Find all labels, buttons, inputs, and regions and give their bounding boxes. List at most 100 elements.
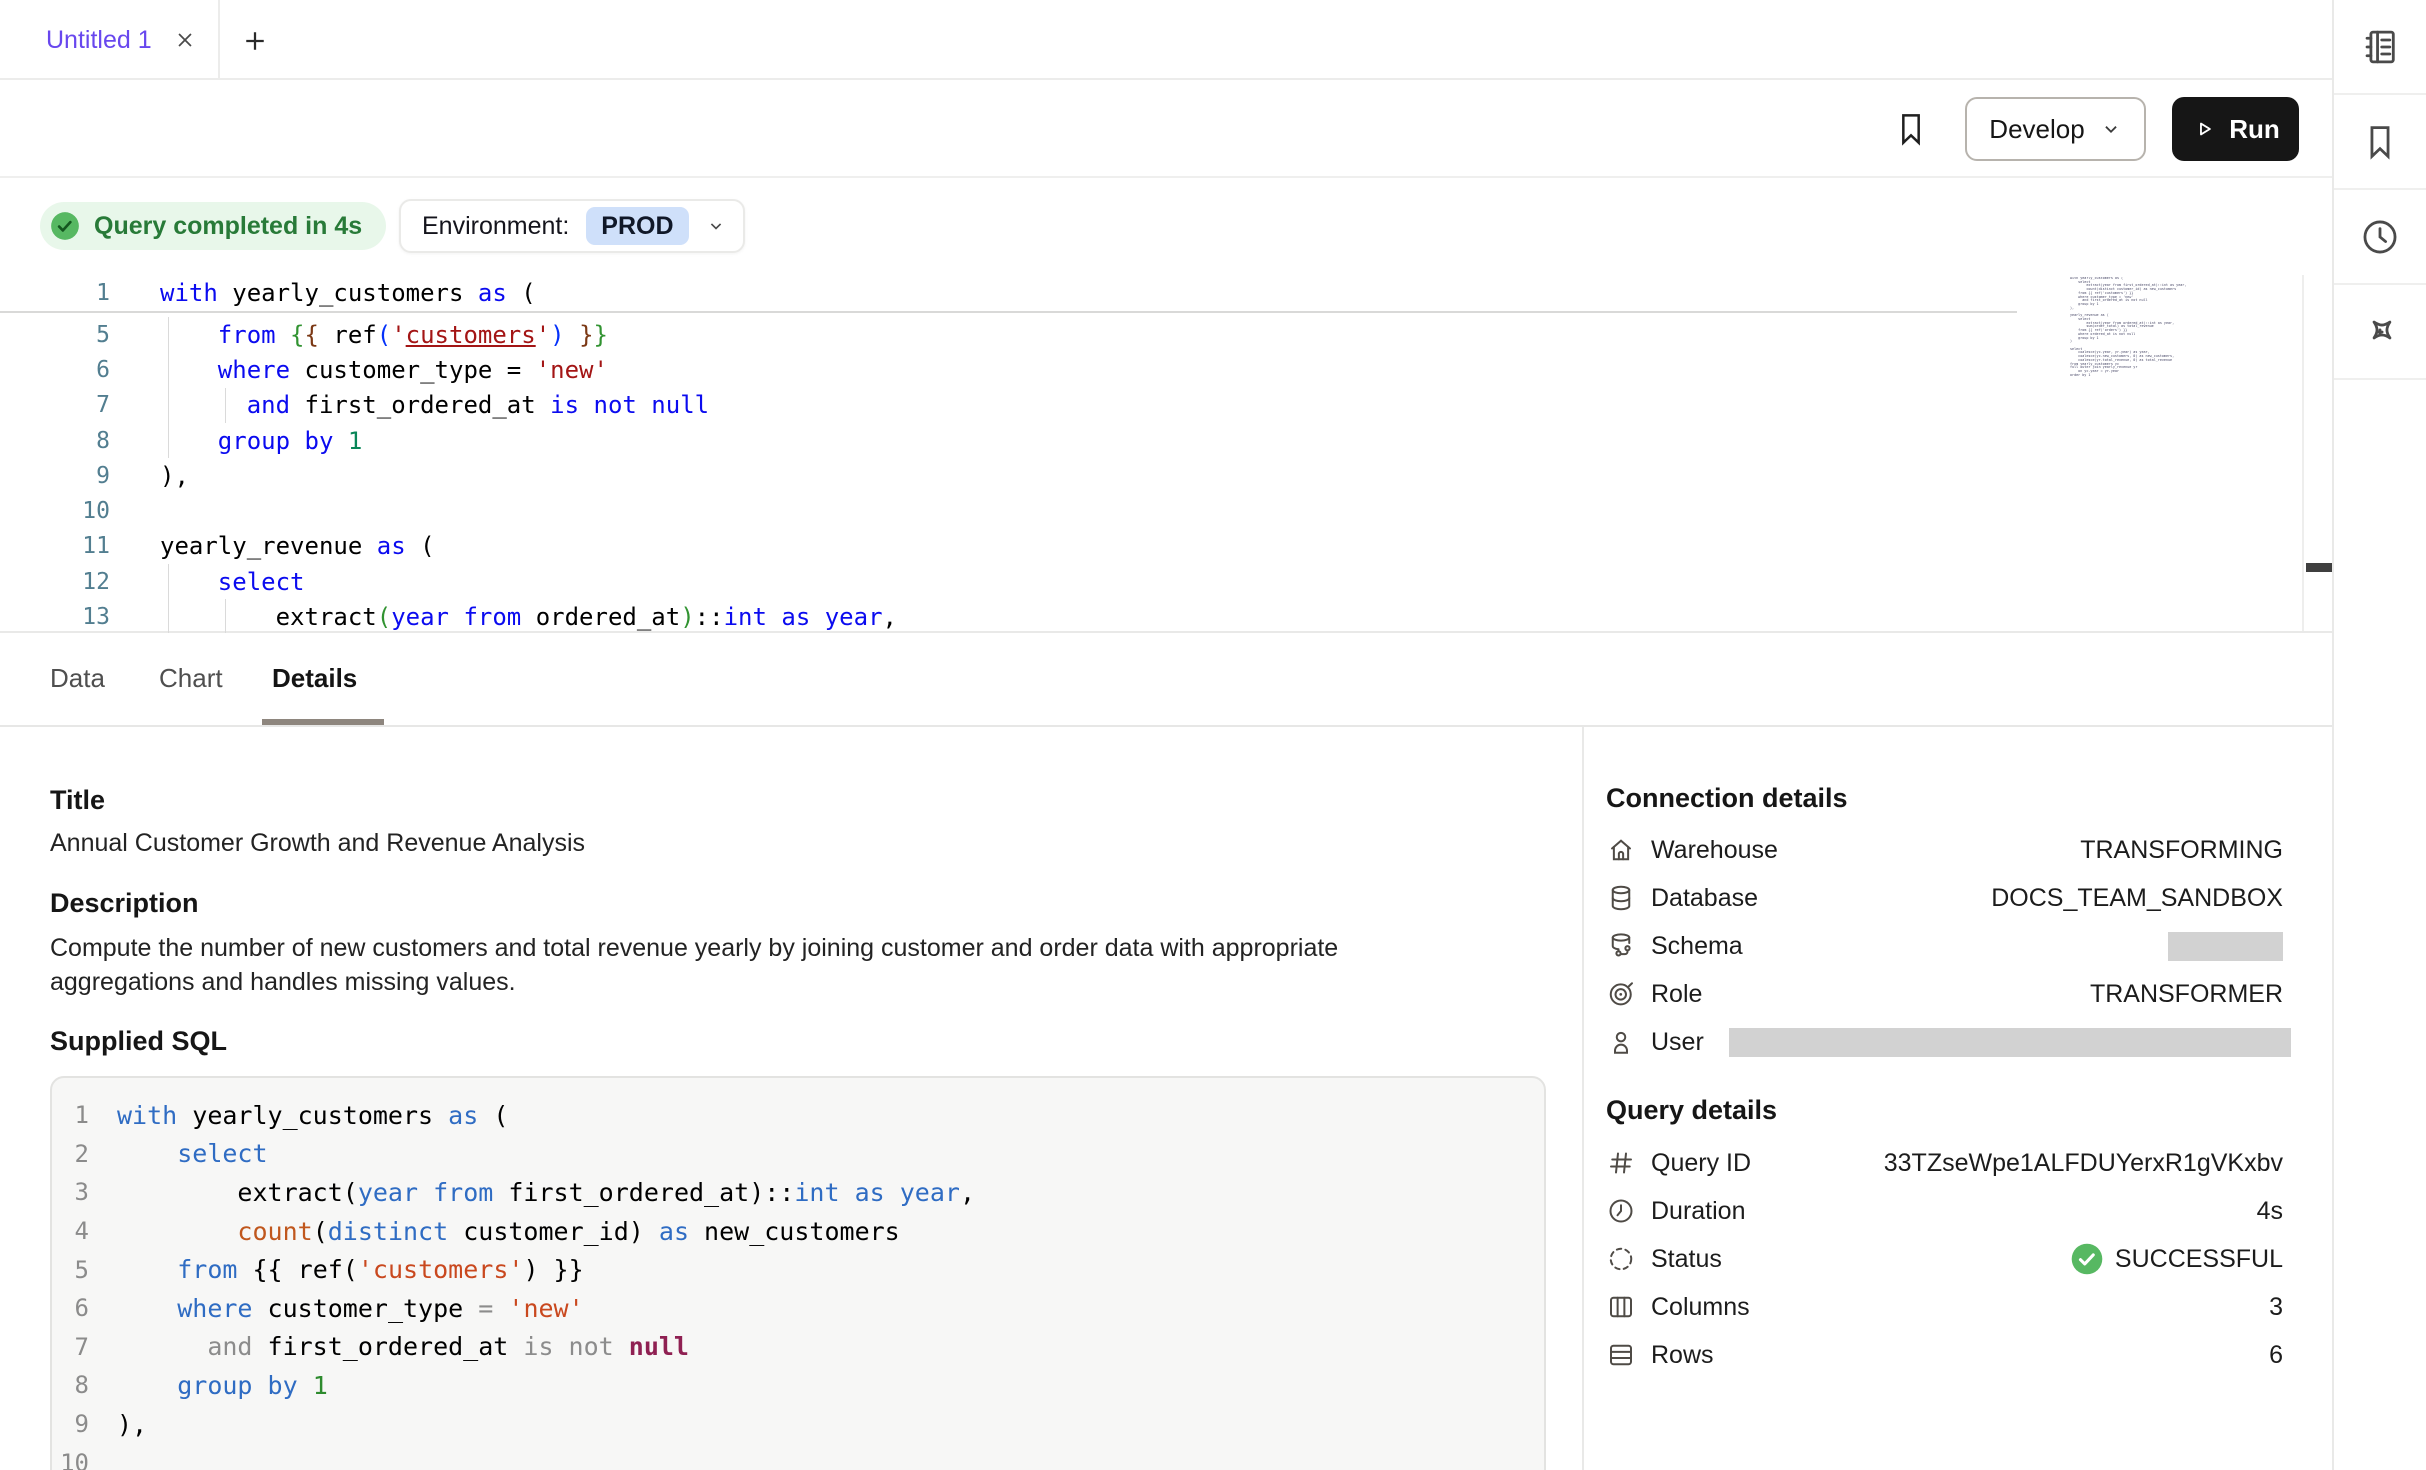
editor-tab-bar: Untitled 1 xyxy=(0,0,2332,80)
sidebar-button-history[interactable] xyxy=(2334,190,2426,285)
detail-row-columns: Columns 3 xyxy=(1606,1283,2283,1331)
detail-row-value: 3 xyxy=(2269,1293,2283,1322)
indent-guide xyxy=(168,317,169,352)
detail-row-label: User xyxy=(1651,1028,1704,1057)
tab-details[interactable]: Details xyxy=(272,633,357,723)
code-line: 9), xyxy=(52,1405,1544,1444)
redacted-value xyxy=(2168,932,2283,961)
environment-selector[interactable]: Environment: PROD xyxy=(399,199,745,253)
line-number: 10 xyxy=(0,498,110,524)
tab-untitled-1[interactable]: Untitled 1 xyxy=(0,0,220,80)
indent-guide xyxy=(168,388,169,423)
indent-guide xyxy=(168,423,169,458)
line-number: 3 xyxy=(52,1178,89,1206)
connection-details-rows: Warehouse TRANSFORMING DatabaseDOCS_TEAM_S… xyxy=(1606,826,2283,1066)
run-button[interactable]: Run xyxy=(2172,97,2299,161)
detail-row-value: 4s xyxy=(2257,1197,2283,1226)
redacted-value xyxy=(1729,1028,2291,1057)
detail-row-rows: Rows 6 xyxy=(1606,1331,2283,1379)
line-number: 7 xyxy=(52,1333,89,1361)
line-number: 9 xyxy=(0,463,110,489)
sidebar-button-sparkle-x[interactable] xyxy=(2334,285,2426,380)
query-details-heading: Query details xyxy=(1606,1095,1777,1126)
code-line: 13 extract(year from ordered_at)::int as… xyxy=(0,599,2017,634)
scrollbar-thumb[interactable] xyxy=(2306,563,2334,572)
code-line: 7 and first_ordered_at is not null xyxy=(0,388,2017,423)
develop-button[interactable]: Develop xyxy=(1965,97,2146,161)
app-root: Untitled 1 Develop Run Query completed i… xyxy=(0,0,2426,1470)
detail-row-value: TRANSFORMING xyxy=(2080,836,2283,865)
close-icon[interactable] xyxy=(172,27,198,53)
code-line: 4 count(distinct customer_id) as new_cus… xyxy=(52,1212,1544,1251)
detail-row-label: Duration xyxy=(1651,1197,1746,1226)
bookmark-icon xyxy=(2359,121,2401,163)
detail-row-label: Status xyxy=(1651,1245,1722,1274)
code-line: 8 group by 1 xyxy=(52,1366,1544,1405)
query-status-badge: Query completed in 4s xyxy=(40,202,386,250)
run-button-label: Run xyxy=(2229,114,2280,145)
sidebar-button-bookmark[interactable] xyxy=(2334,95,2426,190)
detail-row-label: Warehouse xyxy=(1651,836,1778,865)
line-number: 7 xyxy=(0,392,110,418)
detail-row-database: DatabaseDOCS_TEAM_SANDBOX xyxy=(1606,874,2283,922)
line-number: 2 xyxy=(52,1140,89,1168)
code-line: 12 select xyxy=(0,564,2017,599)
line-number: 4 xyxy=(52,1217,89,1245)
notebook-icon xyxy=(2359,26,2401,68)
line-number: 9 xyxy=(52,1410,89,1438)
chevron-down-icon xyxy=(2100,118,2122,140)
line-number: 1 xyxy=(0,280,110,306)
chevron-down-icon xyxy=(706,216,726,236)
tab-data[interactable]: Data xyxy=(50,633,105,723)
title-value: Annual Customer Growth and Revenue Analy… xyxy=(50,829,585,858)
plus-icon[interactable] xyxy=(228,14,282,68)
detail-row-schema: Schema xyxy=(1606,922,2283,970)
line-number: 8 xyxy=(52,1371,89,1399)
detail-row-query-id: Query ID33TZseWpe1ALFDUYerxR1gVKxbv xyxy=(1606,1139,2283,1187)
results-tab-bar: Data Chart Details xyxy=(0,633,2332,727)
title-label: Title xyxy=(50,785,105,816)
tab-title: Untitled 1 xyxy=(46,26,152,55)
supplied-sql-label: Supplied SQL xyxy=(50,1026,227,1057)
detail-row-label: Columns xyxy=(1651,1293,1750,1322)
detail-row-value: 6 xyxy=(2269,1341,2283,1370)
tab-chart[interactable]: Chart xyxy=(159,633,223,723)
editor-minimap[interactable]: with yearly_customers as ( select extrac… xyxy=(2070,277,2192,629)
right-sidebar xyxy=(2332,0,2426,1470)
query-status-text: Query completed in 4s xyxy=(94,212,362,241)
editor-scrollbar-track[interactable] xyxy=(2302,275,2332,631)
detail-row-warehouse: Warehouse TRANSFORMING xyxy=(1606,826,2283,874)
toolbar-divider xyxy=(0,176,2332,178)
develop-button-label: Develop xyxy=(1989,114,2084,145)
detail-row-value: SUCCESSFUL xyxy=(2070,1242,2283,1276)
description-label: Description xyxy=(50,888,199,919)
detail-row-user: User xyxy=(1606,1018,2283,1066)
environment-label: Environment: xyxy=(422,212,569,241)
line-number: 5 xyxy=(52,1256,89,1284)
detail-row-label: Rows xyxy=(1651,1341,1714,1370)
indent-guide xyxy=(168,352,169,387)
code-line: 10 xyxy=(0,493,2017,528)
code-line: 6 where customer_type = 'new' xyxy=(52,1289,1544,1328)
details-panel-divider xyxy=(1582,727,1584,1470)
line-number: 1 xyxy=(52,1101,89,1129)
description-value: Compute the number of new customers and … xyxy=(50,931,1440,999)
code-line: 10 xyxy=(52,1443,1544,1470)
columns-icon xyxy=(1606,1292,1636,1322)
warehouse-icon xyxy=(1606,835,1636,865)
code-line: 9), xyxy=(0,458,2017,493)
detail-row-status: Status SUCCESSFUL xyxy=(1606,1235,2283,1283)
query-details-rows: Query ID33TZseWpe1ALFDUYerxR1gVKxbv Durat… xyxy=(1606,1139,2283,1379)
user-icon xyxy=(1606,1027,1636,1057)
check-badge-icon xyxy=(49,210,81,242)
detail-row-label: Schema xyxy=(1651,932,1743,961)
bookmark-icon[interactable] xyxy=(1888,104,1934,154)
line-number: 10 xyxy=(52,1449,89,1470)
history-icon xyxy=(2359,216,2401,258)
code-line: 5 from {{ ref('customers') }} xyxy=(0,317,2017,352)
active-tab-underline xyxy=(262,719,384,725)
sidebar-button-notebook[interactable] xyxy=(2334,0,2426,95)
role-icon xyxy=(1606,979,1636,1009)
sql-editor[interactable]: 1with yearly_customers as ( 5 from {{ re… xyxy=(0,275,2332,633)
code-line: 5 from {{ ref('customers') }} xyxy=(52,1250,1544,1289)
